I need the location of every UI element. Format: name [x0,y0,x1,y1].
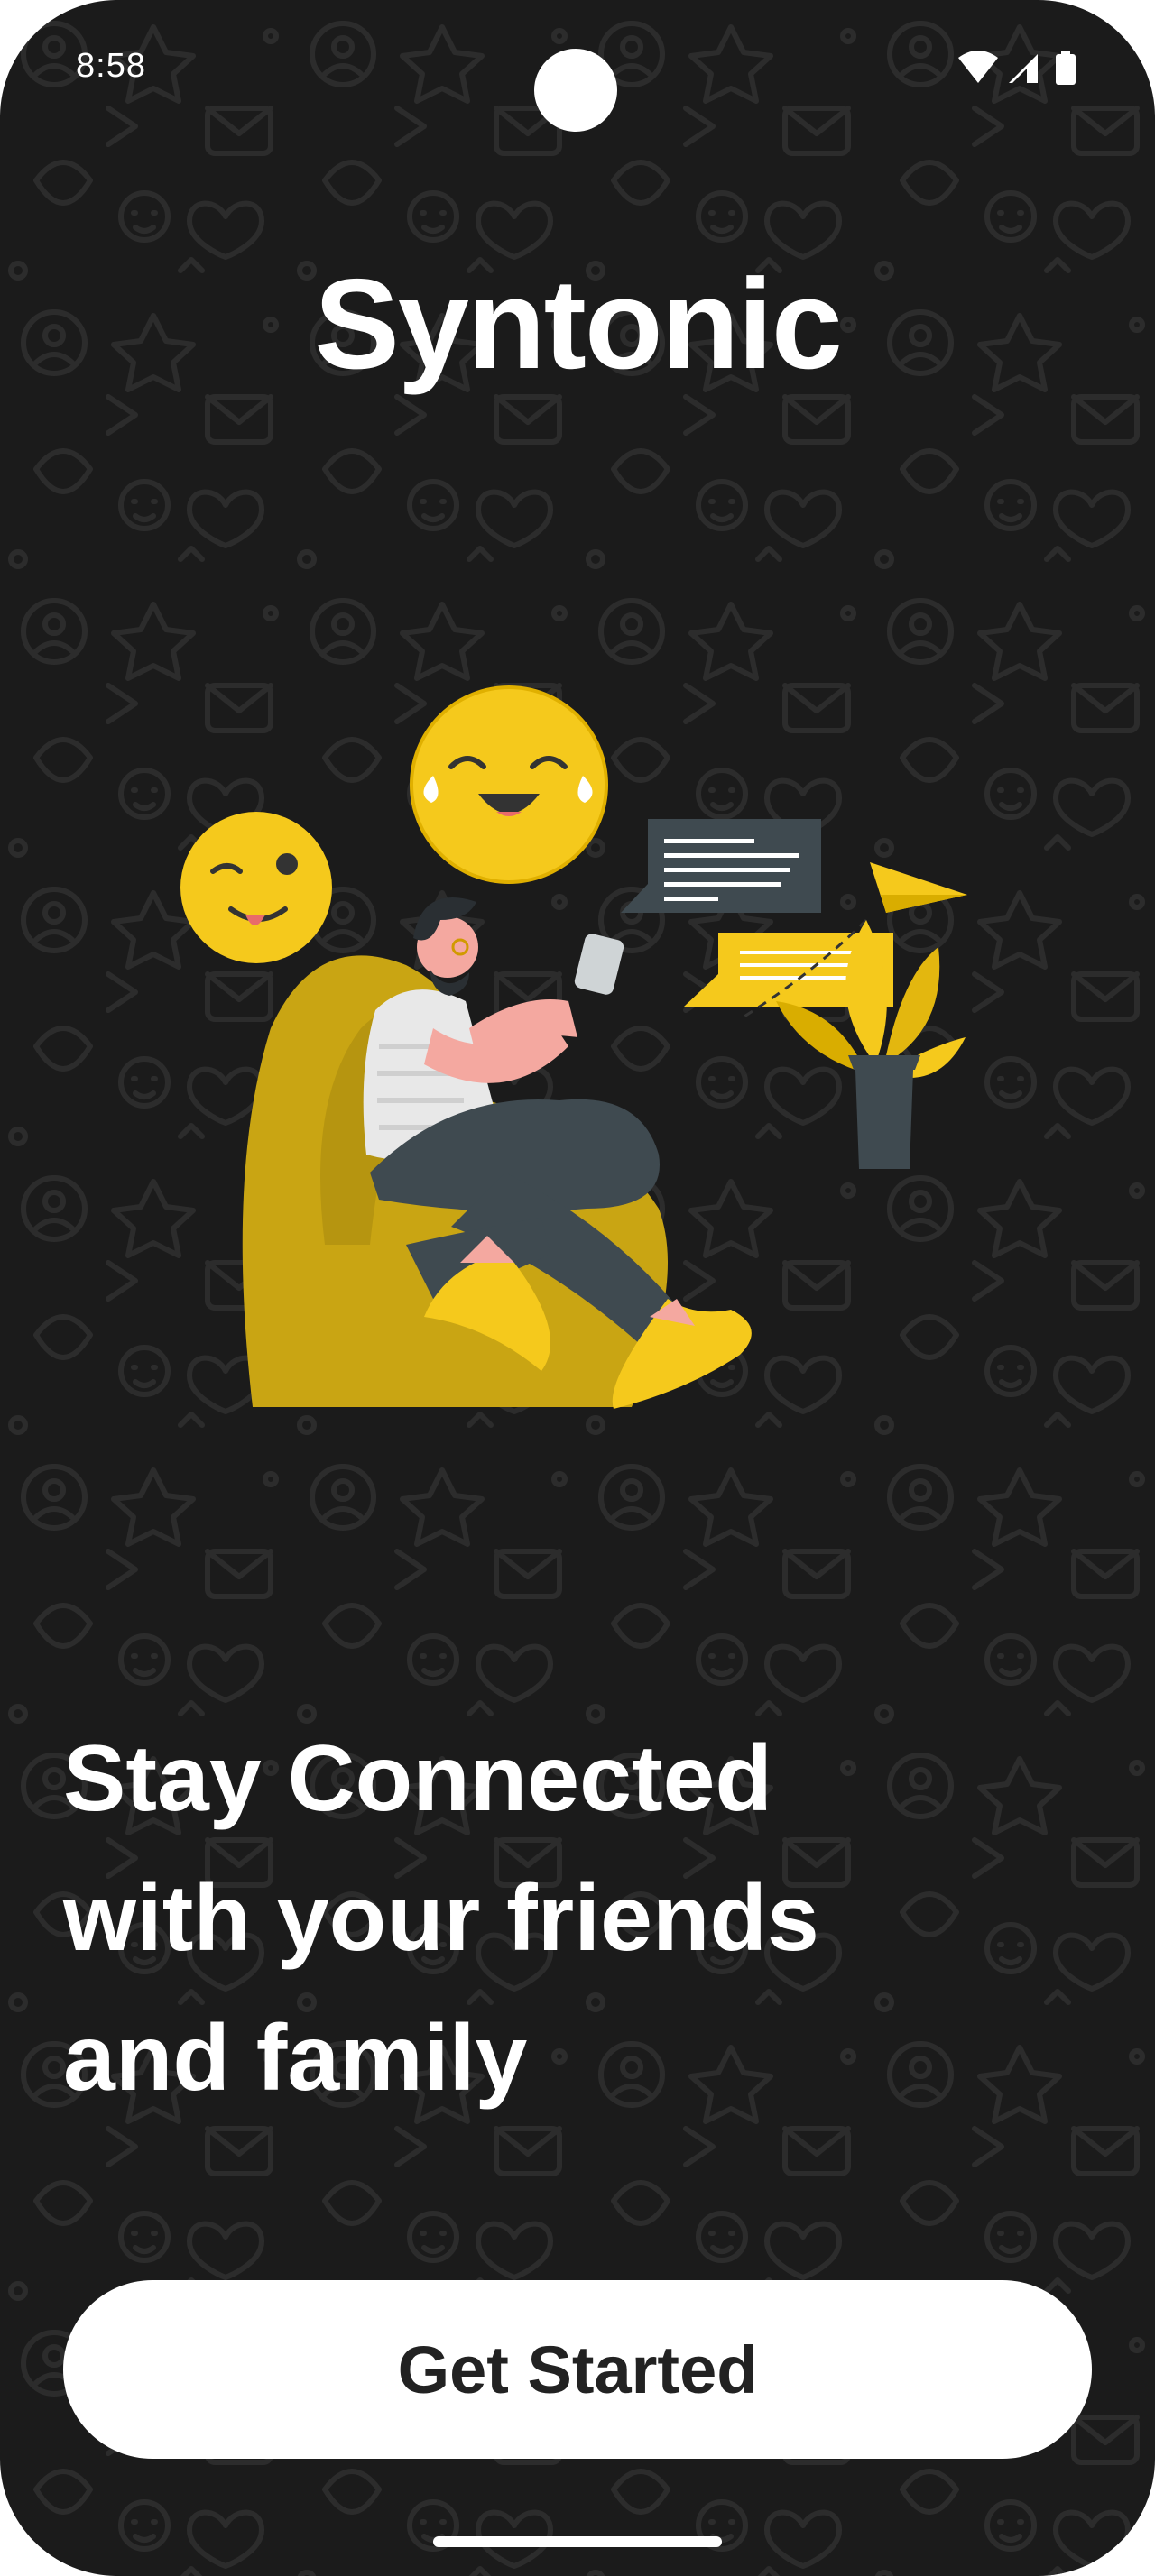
hero-illustration [180,685,967,1409]
winking-emoji-icon [180,812,332,963]
laughing-emoji-icon [410,685,608,884]
get-started-button[interactable]: Get Started [63,2280,1092,2459]
onboarding-headline: Stay Connected with your friends and fam… [63,1709,1056,2129]
app-title: Syntonic [314,253,843,396]
app-screen: 8:58 Syntonic Stay Connected with your f… [0,0,1155,2576]
headline-line-1: Stay Connected [63,1726,772,1831]
cellular-signal-icon [1009,54,1038,83]
status-bar: 8:58 [0,0,1155,135]
battery-icon [1056,51,1076,85]
home-indicator[interactable] [433,2536,722,2547]
status-time: 8:58 [76,47,146,85]
status-icons [958,51,1076,85]
front-camera-cutout [534,49,617,132]
headline-line-3: and family [63,2006,528,2111]
chat-bubble-gray-icon [621,819,821,913]
headline-line-2: with your friends [63,1866,819,1971]
wifi-icon [958,51,998,83]
